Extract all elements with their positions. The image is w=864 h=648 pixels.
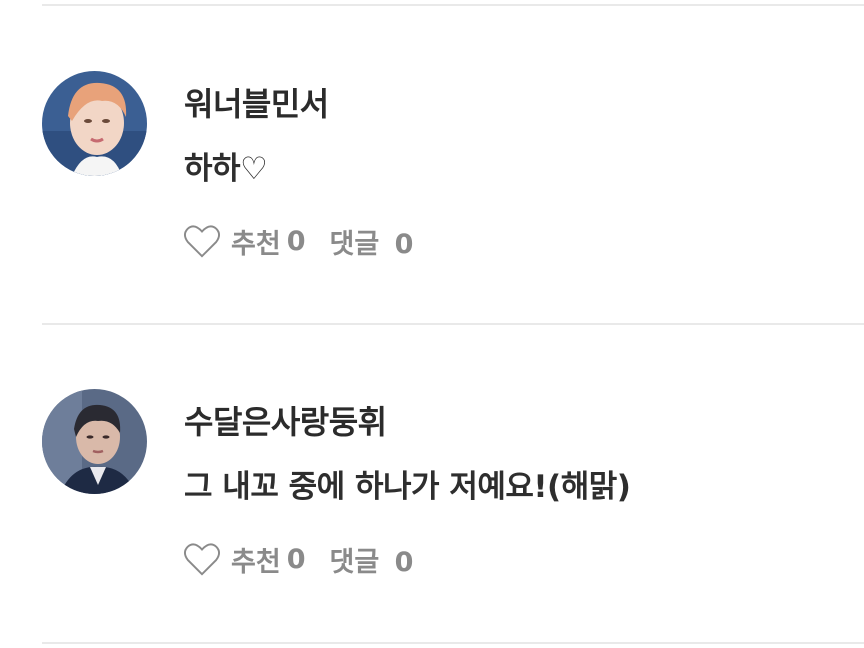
heart-outline-icon	[184, 543, 220, 576]
reply-label: 댓글	[329, 546, 380, 578]
reply-button[interactable]: 댓글 0	[329, 540, 413, 579]
comment-text: 그 내꼬 중에 하나가 저예요!(해맑)	[184, 469, 631, 505]
comment-actions: 추천 0 댓글 0	[183, 539, 413, 579]
comment-username[interactable]: 수달은사랑둥휘	[184, 397, 387, 443]
avatar[interactable]	[42, 389, 147, 494]
reply-count: 0	[394, 546, 414, 578]
like-button[interactable]: 추천 0	[183, 540, 305, 579]
comment-divider	[42, 642, 864, 644]
like-count: 0	[286, 543, 306, 575]
like-label: 추천	[231, 546, 281, 578]
comment-item: 수달은사랑둥휘 그 내꼬 중에 하나가 저예요!(해맑) 추천 0 댓글 0	[0, 0, 864, 648]
